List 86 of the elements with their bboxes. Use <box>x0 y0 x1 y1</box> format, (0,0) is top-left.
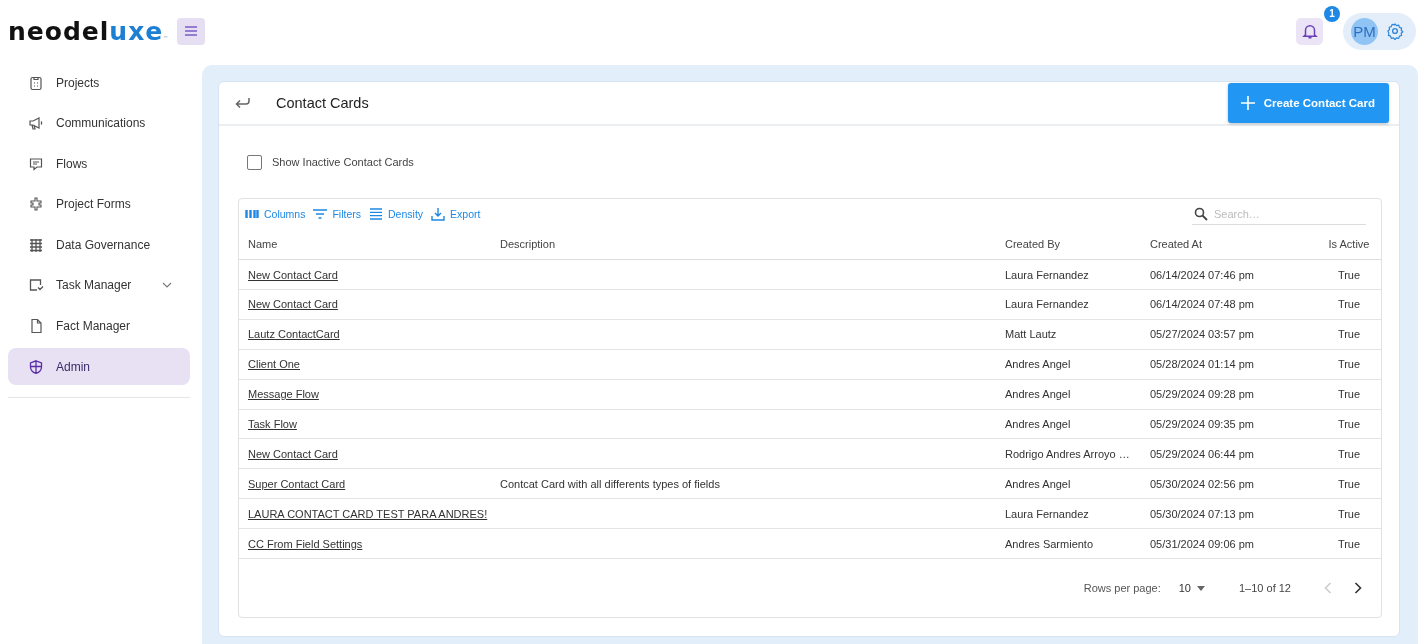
table-cell-text: 05/30/2024 07:13 pm <box>1149 507 1255 520</box>
settings-icon[interactable] <box>1386 22 1404 40</box>
export-button[interactable]: Export <box>431 207 481 222</box>
back-icon[interactable] <box>234 96 252 111</box>
rows-per-page-select[interactable]: 10 <box>1172 581 1211 595</box>
density-button[interactable]: Density <box>369 207 424 222</box>
menu-button[interactable] <box>177 17 206 45</box>
table-cell-text: 05/31/2024 09:06 pm <box>1149 537 1255 550</box>
plus-icon <box>1240 96 1255 111</box>
chevron-left-icon <box>1324 582 1332 594</box>
table-cell-text: 06/14/2024 07:46 pm <box>1149 268 1255 281</box>
sidebar-item[interactable]: Task Manager <box>8 266 190 304</box>
column-header[interactable]: Is Active <box>1291 238 1381 251</box>
contact-card-link[interactable]: Lautz ContactCard <box>248 328 340 341</box>
filter-icon <box>313 207 328 222</box>
bell-icon <box>1300 22 1319 40</box>
task-icon <box>28 277 44 294</box>
contact-card-link[interactable]: LAURA CONTACT CARD TEST PARA ANDRES! <box>248 507 488 520</box>
table-cell-text: 05/29/2024 06:44 pm <box>1149 447 1255 460</box>
table-cell-text: True <box>1336 447 1362 460</box>
download-icon <box>431 207 446 222</box>
column-header[interactable]: Name <box>239 238 491 251</box>
table-cell-text: True <box>1336 418 1362 430</box>
contact-card-link[interactable]: Super Contact Card <box>248 477 346 490</box>
filters-button[interactable]: Filters <box>313 207 362 222</box>
contact-card-link[interactable]: New Contact Card <box>248 298 338 311</box>
table-cell-text: True <box>1336 328 1362 341</box>
chevron-icon <box>162 282 172 289</box>
contact-card-link[interactable]: CC From Field Settings <box>248 537 363 550</box>
page-range: 1–10 of 12 <box>1239 582 1291 594</box>
table-cell-text: 05/29/2024 09:35 pm <box>1149 418 1255 430</box>
table-cell-text: 05/29/2024 09:28 pm <box>1149 388 1255 401</box>
table-cell-text: True <box>1336 477 1362 490</box>
table-cell-text: 06/14/2024 07:48 pm <box>1149 298 1255 311</box>
table-cell-text: True <box>1336 268 1362 281</box>
table-cell-text: Laura Fernandez <box>1004 268 1090 281</box>
sidebar-item[interactable]: Admin <box>8 348 190 386</box>
notification-badge: 1 <box>1324 5 1340 22</box>
checkbox[interactable] <box>247 154 262 170</box>
table-cell-text: Contcat Card with all differents types of fields <box>499 477 721 490</box>
contact-card-link[interactable]: New Contact Card <box>248 447 338 460</box>
columns-button[interactable]: Columns <box>245 207 306 222</box>
column-header[interactable]: Created By <box>996 238 1141 251</box>
chat-icon <box>28 155 44 172</box>
sidebar-item[interactable]: Flows <box>8 145 190 183</box>
clipboard-icon <box>28 74 44 91</box>
contact-card-link[interactable]: New Contact Card <box>248 268 338 281</box>
contact-card-link[interactable]: Message Flow <box>248 388 319 401</box>
dropdown-icon <box>1197 585 1205 591</box>
document-icon <box>28 318 44 335</box>
contact-card-link[interactable]: Client One <box>248 358 300 371</box>
table-cell-text: 05/28/2024 01:14 pm <box>1149 358 1255 371</box>
table-cell-text: Andres Angel <box>1004 477 1072 490</box>
megaphone-icon <box>28 115 44 132</box>
table-cell-text: Andres Sarmiento <box>1004 537 1095 550</box>
menu-icon <box>184 25 199 37</box>
search-icon <box>1194 206 1208 221</box>
table-cell-text: Rodrigo Andres Arroyo … <box>1004 447 1131 460</box>
table-cell-text: 05/30/2024 02:56 pm <box>1149 477 1255 490</box>
table-cell-text: Laura Fernandez <box>1004 298 1090 311</box>
table-cell-text: Matt Lautz <box>1004 328 1058 341</box>
table-cell-text: Laura Fernandez <box>1004 507 1090 520</box>
sidebar-item[interactable]: Communications <box>8 104 190 142</box>
page-title: Contact Cards <box>276 95 370 112</box>
chevron-right-icon <box>1354 582 1362 594</box>
contact-card-link[interactable]: Task Flow <box>248 418 297 430</box>
notifications-button[interactable] <box>1296 17 1323 45</box>
sidebar-item[interactable]: Fact Manager <box>8 307 190 345</box>
table-cell-text: True <box>1336 298 1362 311</box>
table-cell-text: True <box>1336 388 1362 401</box>
table-cell-text: 05/27/2024 03:57 pm <box>1149 328 1255 341</box>
table-cell-text: True <box>1336 537 1362 550</box>
table-cell-text: True <box>1336 507 1362 520</box>
grid-icon <box>28 236 44 253</box>
sidebar-item[interactable]: Project Forms <box>8 185 190 223</box>
column-header[interactable]: Description <box>491 238 996 251</box>
table-cell-text: True <box>1336 358 1362 371</box>
table-cell-text: Andres Angel <box>1004 388 1072 401</box>
sidebar-item[interactable]: Projects <box>8 64 190 101</box>
table-cell-text: Andres Angel <box>1004 358 1072 371</box>
sidebar-item[interactable]: Data Governance <box>8 226 190 264</box>
shield-icon <box>28 358 44 375</box>
column-header[interactable]: Created At <box>1141 238 1291 251</box>
table-cell-text: Andres Angel <box>1004 418 1072 430</box>
rows-per-page-label: Rows per page: <box>1083 582 1161 594</box>
density-icon <box>369 207 384 222</box>
